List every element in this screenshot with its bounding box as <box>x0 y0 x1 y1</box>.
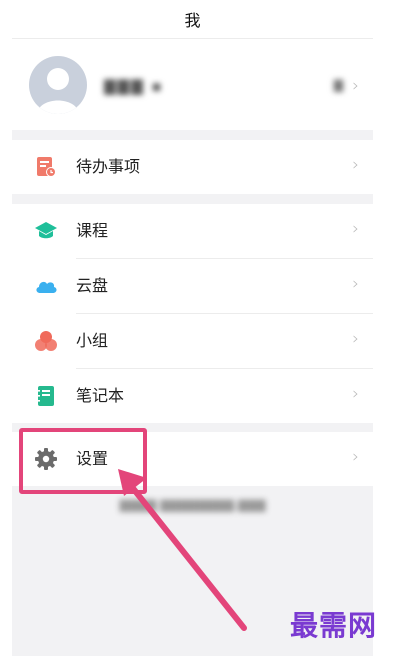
chevron-right-icon: › <box>352 155 359 175</box>
profile-card[interactable]: ▇▇▇ ▪ ▇ › <box>12 42 373 130</box>
todo-icon <box>37 157 56 177</box>
group-icon <box>35 331 57 351</box>
chevron-right-icon: › <box>352 329 359 349</box>
cloud-icon <box>36 281 57 293</box>
chevron-right-icon: › <box>352 384 359 404</box>
section-gap <box>12 130 373 140</box>
chevron-right-icon: › <box>352 219 359 239</box>
section-gap <box>12 194 373 204</box>
avatar-placeholder-icon <box>37 68 79 114</box>
menu-item-label: 笔记本 <box>76 386 125 405</box>
graduation-cap-icon <box>35 222 57 239</box>
chevron-right-icon: › <box>352 76 359 96</box>
menu-item-cloud[interactable]: 云盘 › <box>12 259 373 313</box>
footer-blurred-text: ▇▇▇▇ ▇▇▇▇▇▇▇▇.▇▇▇ <box>119 498 266 512</box>
menu-item-course[interactable]: 课程 › <box>12 204 373 258</box>
profile-extra: ▇ <box>333 78 343 92</box>
menu-item-label: 云盘 <box>76 276 109 295</box>
notebook-icon <box>36 386 54 406</box>
menu-item-label: 待办事项 <box>76 157 141 176</box>
menu-item-label: 小组 <box>76 331 109 350</box>
menu-item-group[interactable]: 小组 › <box>12 314 373 368</box>
profile-name: ▇▇▇ ▪ <box>104 77 164 95</box>
chevron-right-icon: › <box>352 447 359 467</box>
chevron-right-icon: › <box>352 274 359 294</box>
me-page: 我 ▇▇▇ ▪ ▇ › 待办事项 › 课程 › 云盘 › 小组 › 笔记本 › … <box>12 0 373 656</box>
watermark-logo: 最需网 <box>290 609 378 642</box>
menu-item-todo[interactable]: 待办事项 › <box>12 140 373 194</box>
avatar[interactable] <box>29 56 87 114</box>
menu-item-notebook[interactable]: 笔记本 › <box>12 369 373 423</box>
title-divider <box>12 38 373 39</box>
settings-highlight-box <box>19 428 147 494</box>
page-title: 我 <box>184 11 201 30</box>
menu-item-label: 课程 <box>76 221 109 240</box>
